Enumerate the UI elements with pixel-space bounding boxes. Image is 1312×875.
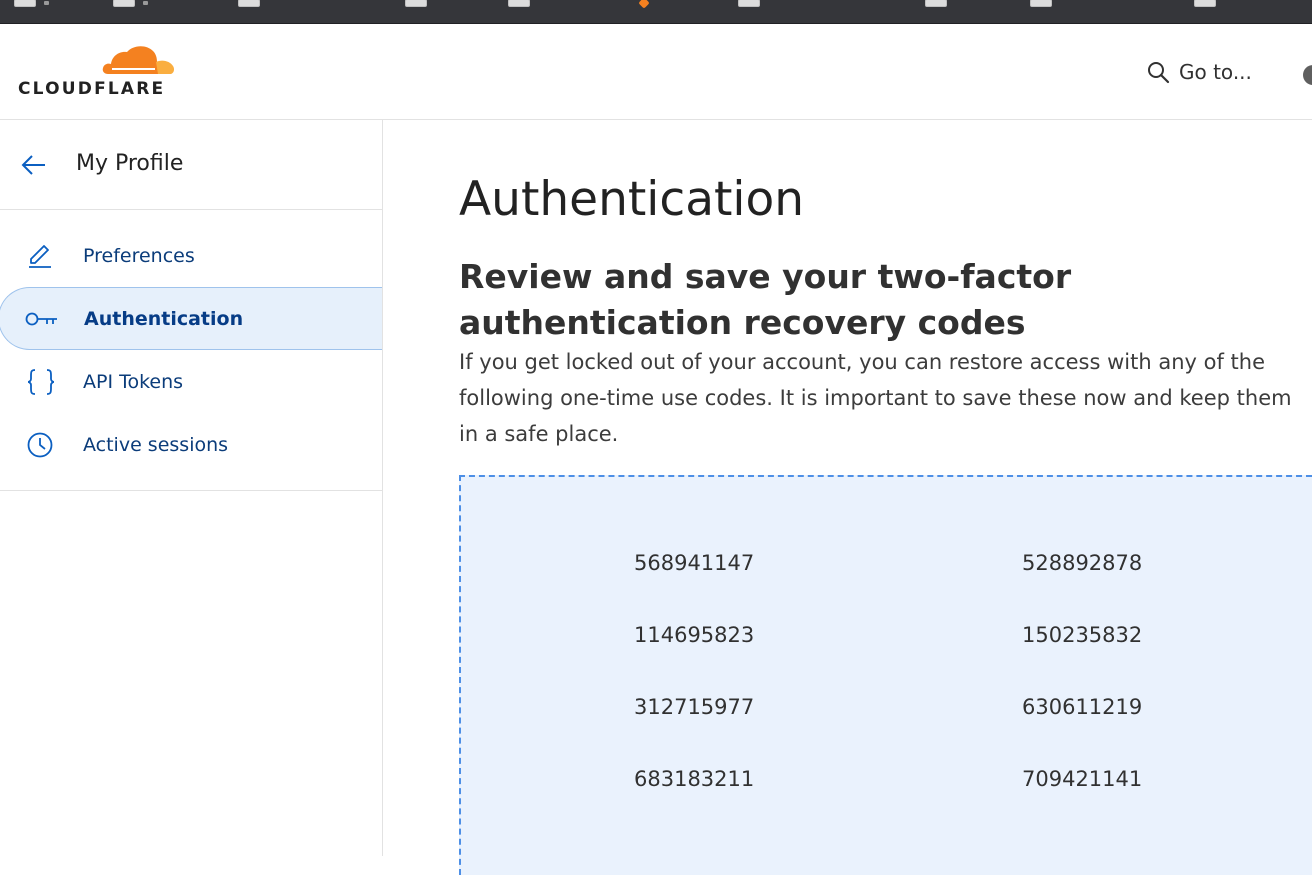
- bookmark-item[interactable]: [1030, 0, 1052, 7]
- recovery-code: 683183211: [634, 767, 755, 791]
- bookmark-item[interactable]: [508, 0, 530, 7]
- sidebar-item-api-tokens[interactable]: API Tokens: [0, 350, 382, 413]
- arrow-left-icon: [21, 155, 45, 175]
- recovery-code: 312715977: [634, 695, 755, 719]
- sidebar-item-label: API Tokens: [83, 370, 184, 393]
- bookmark-folder-icon: [405, 0, 427, 7]
- profile-sidebar: My Profile Preferences Authentication AP…: [0, 120, 383, 856]
- key-icon: [25, 309, 59, 329]
- recovery-code: 528892878: [1022, 551, 1143, 575]
- search-icon: [1148, 62, 1170, 84]
- recovery-codes-box: 568941147 528892878 114695823 150235832 …: [459, 475, 1312, 875]
- recovery-codes-description: If you get locked out of your account, y…: [459, 350, 1292, 446]
- bookmark-folder-icon: [1194, 0, 1216, 7]
- recovery-code: 150235832: [1022, 623, 1143, 647]
- recovery-code: 630611219: [1022, 695, 1143, 719]
- sidebar-header: My Profile: [0, 120, 382, 210]
- top-header: CLOUDFLARE Go to...: [0, 24, 1312, 120]
- goto-search-button[interactable]: Go to...: [1146, 60, 1252, 84]
- back-button[interactable]: [20, 153, 48, 181]
- sidebar-nav: Preferences Authentication API Tokens Ac…: [0, 210, 382, 491]
- bookmark-item[interactable]: [113, 0, 148, 7]
- bookmark-folder-icon: [508, 0, 530, 7]
- recovery-code: 114695823: [634, 623, 755, 647]
- sidebar-item-authentication[interactable]: Authentication: [0, 287, 382, 350]
- bookmark-folder-icon: [113, 0, 135, 7]
- bookmark-item[interactable]: [1194, 0, 1216, 7]
- braces-icon: [26, 368, 56, 396]
- section-title: Review and save your two-factor authenti…: [459, 257, 1072, 342]
- account-menu-icon[interactable]: [1303, 65, 1312, 85]
- browser-bookmarks-bar: [0, 0, 1312, 24]
- cloudflare-cloud-logo-icon: [102, 46, 175, 74]
- bookmark-favicon-icon: [638, 0, 650, 9]
- bookmark-folder-icon: [238, 0, 260, 7]
- logo-wordmark: CLOUDFLARE: [18, 79, 166, 99]
- sidebar-item-preferences[interactable]: Preferences: [0, 224, 382, 287]
- pencil-icon: [26, 242, 54, 270]
- sidebar-item-active-sessions[interactable]: Active sessions: [0, 413, 382, 476]
- cloudflare-logo[interactable]: CLOUDFLARE: [18, 42, 180, 102]
- sidebar-item-label: Active sessions: [83, 433, 229, 456]
- sidebar-item-label: Preferences: [83, 244, 195, 267]
- recovery-code: 568941147: [634, 551, 755, 575]
- bookmark-folder-icon: [738, 0, 760, 7]
- bookmark-item[interactable]: [925, 0, 947, 7]
- bookmark-folder-icon: [14, 0, 36, 7]
- bookmark-item[interactable]: [738, 0, 760, 7]
- sidebar-item-label: Authentication: [84, 307, 244, 330]
- recovery-code: 709421141: [1022, 767, 1143, 791]
- bookmark-item[interactable]: [14, 0, 49, 7]
- bookmark-folder-icon: [925, 0, 947, 7]
- sidebar-title: My Profile: [76, 151, 184, 176]
- bookmark-item[interactable]: [638, 0, 650, 9]
- clock-icon: [26, 431, 54, 459]
- bookmark-item[interactable]: [238, 0, 260, 7]
- page-title: Authentication: [459, 172, 805, 227]
- goto-label: Go to...: [1179, 60, 1252, 84]
- recovery-codes-grid: 568941147 528892878 114695823 150235832 …: [461, 477, 1312, 875]
- bookmark-folder-icon: [1030, 0, 1052, 7]
- bookmark-item[interactable]: [405, 0, 427, 7]
